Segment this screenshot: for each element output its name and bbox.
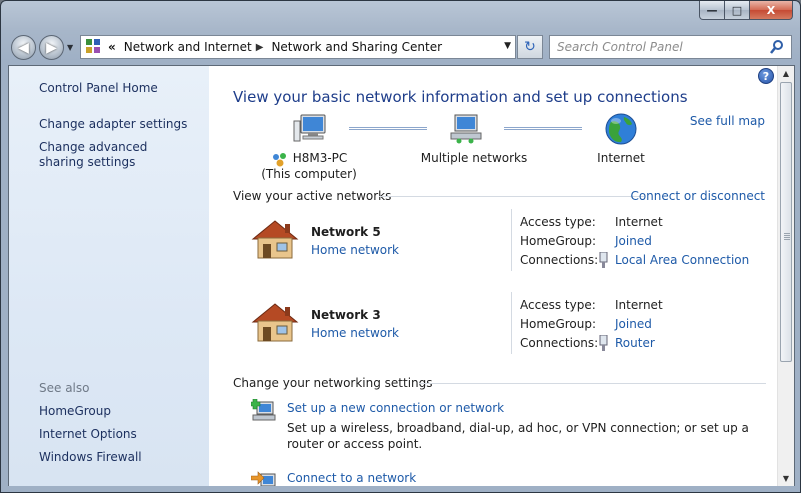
change-settings-header: Change your networking settings xyxy=(233,376,433,390)
maximize-button[interactable]: □ xyxy=(725,1,750,20)
homegroup-label: HomeGroup: xyxy=(520,234,597,248)
home-network-icon xyxy=(251,303,299,342)
computer-name[interactable]: H8M3-PC xyxy=(285,151,355,165)
internet-options-link[interactable]: Internet Options xyxy=(39,427,137,442)
homegroup-label: HomeGroup: xyxy=(520,317,597,331)
network-name: Network 3 xyxy=(311,308,381,322)
breadcrumb-overflow-icon[interactable]: « xyxy=(108,40,116,54)
minimize-button[interactable]: — xyxy=(699,1,725,20)
back-button[interactable]: ◀ xyxy=(11,35,36,60)
forward-arrow-icon: ▶ xyxy=(46,39,57,56)
thumb-grip-icon xyxy=(784,233,790,240)
homegroup-joined-link[interactable]: Joined xyxy=(615,234,652,248)
search-input[interactable] xyxy=(557,40,762,54)
caption-buttons: — □ X xyxy=(699,1,793,20)
section-divider xyxy=(419,383,766,384)
address-dropdown-icon[interactable]: ▼ xyxy=(504,41,511,51)
breadcrumb-separator-icon[interactable]: ▶ xyxy=(256,42,264,53)
breadcrumb-network-and-internet[interactable]: Network and Internet xyxy=(124,40,252,54)
map-connector-line xyxy=(504,127,582,130)
ethernet-plug-icon xyxy=(599,252,608,268)
page-title: View your basic network information and … xyxy=(233,88,688,106)
network-type-link[interactable]: Home network xyxy=(311,243,399,257)
ethernet-plug-icon xyxy=(599,335,608,351)
forward-button[interactable]: ▶ xyxy=(39,35,64,60)
recent-pages-dropdown[interactable]: ▼ xyxy=(67,43,73,52)
see-also-label: See also xyxy=(39,381,90,395)
refresh-button[interactable]: ↻ xyxy=(517,35,543,59)
new-connection-icon xyxy=(251,399,276,421)
network-type-link[interactable]: Home network xyxy=(311,326,399,340)
scrollbar-thumb[interactable] xyxy=(780,82,792,362)
this-computer-label: (This computer) xyxy=(261,167,357,181)
access-type-value: Internet xyxy=(615,215,663,229)
left-task-pane: Control Panel Home Change adapter settin… xyxy=(9,66,209,487)
connect-to-network-link[interactable]: Connect to a network xyxy=(287,471,416,485)
change-advanced-sharing-link[interactable]: Change advanced sharing settings xyxy=(39,140,189,170)
multiple-networks-icon xyxy=(450,114,482,144)
router-connection-link[interactable]: Router xyxy=(615,336,655,350)
access-type-label: Access type: xyxy=(520,215,596,229)
refresh-icon: ↻ xyxy=(524,39,536,55)
setup-new-connection-link[interactable]: Set up a new connection or network xyxy=(287,401,504,415)
help-button[interactable]: ? xyxy=(758,68,774,84)
search-box[interactable] xyxy=(549,35,792,59)
setup-new-connection-description: Set up a wireless, broadband, dial-up, a… xyxy=(287,421,749,451)
windows-firewall-link[interactable]: Windows Firewall xyxy=(39,450,142,465)
internet-label[interactable]: Internet xyxy=(589,151,653,165)
magnifier-icon[interactable] xyxy=(769,39,785,55)
homegroup-joined-link[interactable]: Joined xyxy=(615,317,652,331)
homegroup-link[interactable]: HomeGroup xyxy=(39,404,111,419)
help-icon: ? xyxy=(762,69,770,83)
local-area-connection-link[interactable]: Local Area Connection xyxy=(615,253,749,267)
scroll-down-arrow-icon[interactable]: ▼ xyxy=(778,472,794,486)
access-type-value: Internet xyxy=(615,298,663,312)
main-content: ? View your basic network information an… xyxy=(209,66,777,487)
client-area: Control Panel Home Change adapter settin… xyxy=(8,65,795,488)
window-frame: — □ X ◀ ▶ ▼ « Network and Internet ▶ Net… xyxy=(0,0,801,493)
multiple-networks-label[interactable]: Multiple networks xyxy=(409,151,539,165)
close-button[interactable]: X xyxy=(750,1,793,20)
connect-network-icon xyxy=(251,471,276,487)
access-type-label: Access type: xyxy=(520,298,596,312)
connections-label: Connections: xyxy=(520,336,599,350)
computer-icon xyxy=(293,114,326,142)
connect-or-disconnect-link[interactable]: Connect or disconnect xyxy=(630,189,765,203)
section-divider xyxy=(379,196,644,197)
active-networks-header: View your active networks xyxy=(233,189,392,203)
control-panel-icon xyxy=(86,39,102,55)
scroll-up-arrow-icon[interactable]: ▲ xyxy=(778,67,794,81)
connections-label: Connections: xyxy=(520,253,599,267)
map-connector-line xyxy=(349,127,427,130)
address-bar[interactable]: « Network and Internet ▶ Network and Sha… xyxy=(80,35,516,59)
vertical-divider xyxy=(511,292,512,354)
control-panel-home-link[interactable]: Control Panel Home xyxy=(39,81,158,96)
home-network-icon xyxy=(251,220,299,259)
back-arrow-icon: ◀ xyxy=(18,39,29,56)
network-name: Network 5 xyxy=(311,225,381,239)
breadcrumb-network-sharing-center[interactable]: Network and Sharing Center xyxy=(271,40,442,54)
see-full-map-link[interactable]: See full map xyxy=(690,114,765,128)
internet-globe-icon xyxy=(605,113,637,145)
change-adapter-settings-link[interactable]: Change adapter settings xyxy=(39,117,187,132)
vertical-divider xyxy=(511,209,512,271)
vertical-scrollbar[interactable]: ▲ ▼ xyxy=(777,66,794,487)
